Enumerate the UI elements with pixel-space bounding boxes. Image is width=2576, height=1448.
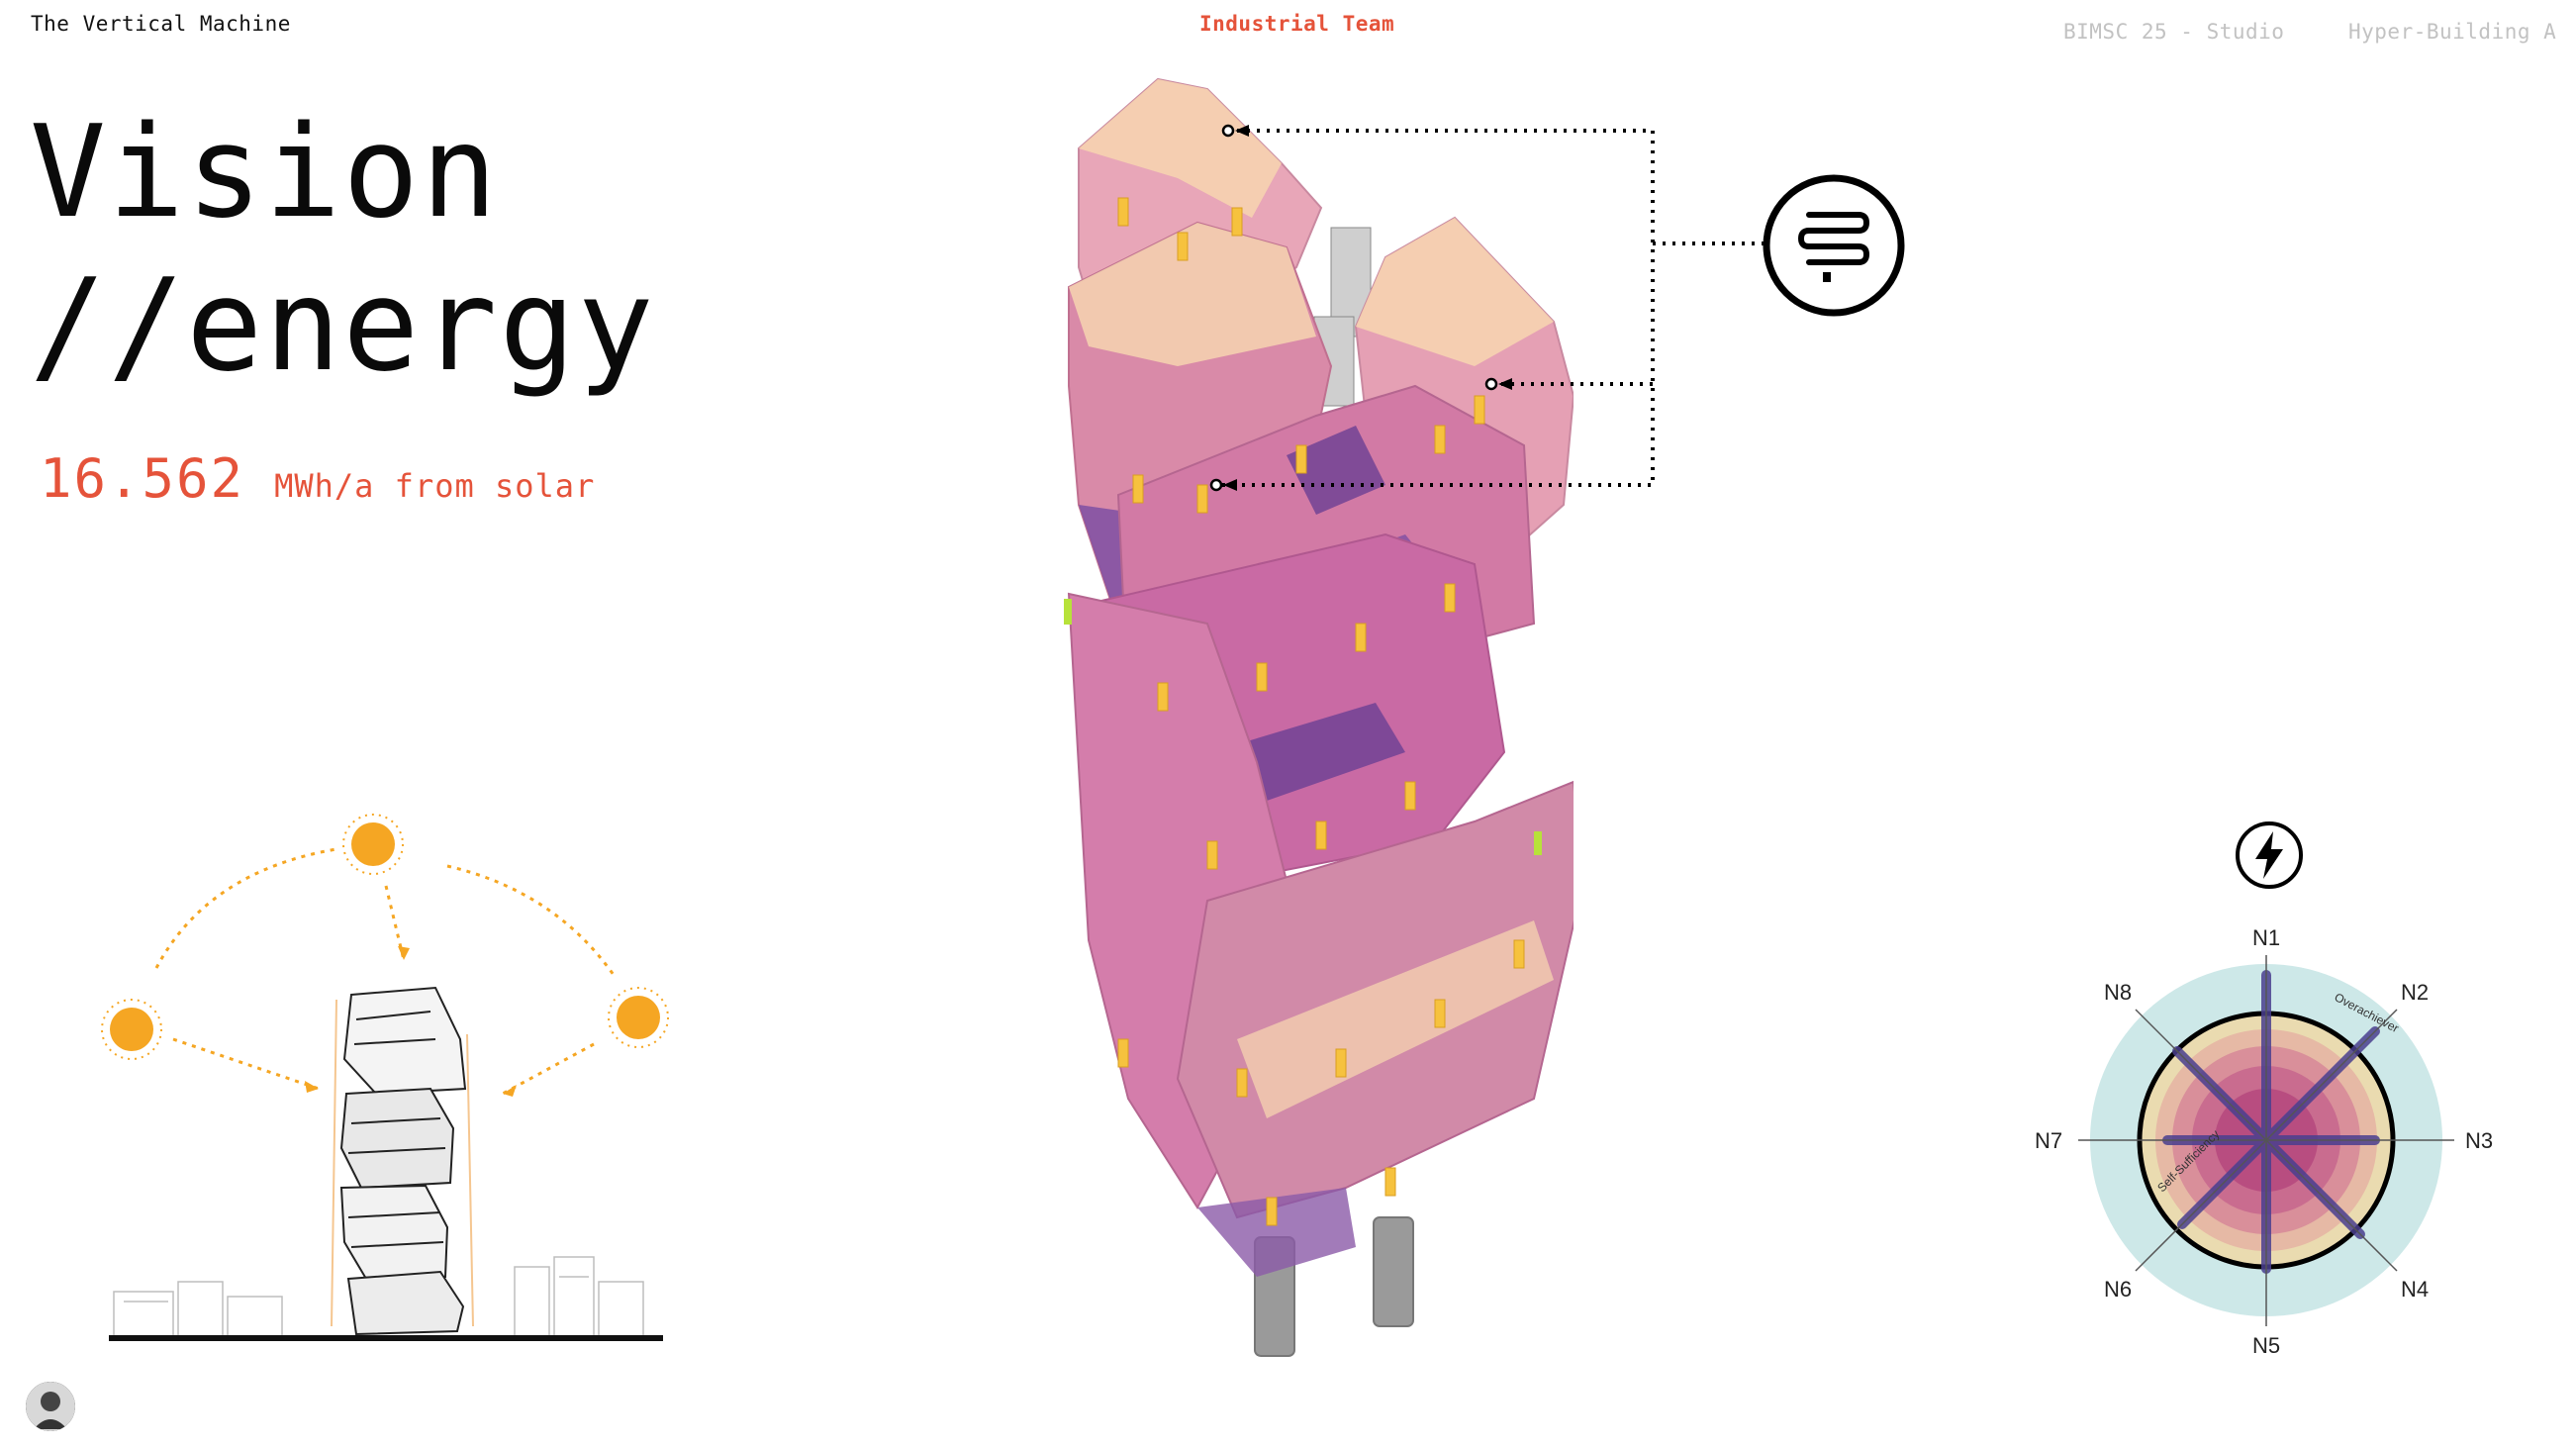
solar-path-diagram [101,814,669,1341]
sun-icon-right [608,987,669,1048]
radar-label-n7: N7 [2035,1128,2062,1153]
sun-arc-right [446,864,616,976]
radar-label-n3: N3 [2465,1128,2493,1153]
radar-label-n1: N1 [2252,925,2280,950]
radar-label-n5: N5 [2252,1333,2280,1358]
tower-sketch [339,986,467,1336]
metric-unit: MWh/a from solar [274,467,596,505]
sun-icon-top [342,814,404,875]
course-label: BIMSC 25 - Studio [2063,20,2285,44]
building-label: Hyper-Building A [2348,20,2557,44]
radar-label-n2: N2 [2401,980,2429,1005]
radar-label-n8: N8 [2104,980,2132,1005]
heating-coil-icon [1763,174,1905,317]
solar-metric: 16.562 MWh/a from solar [40,447,595,510]
radar-label-n6: N6 [2104,1277,2132,1302]
metric-value: 16.562 [40,447,245,510]
sun-ray-right [502,1042,595,1096]
sun-ray-left [172,1037,320,1091]
radar-label-n4: N4 [2401,1277,2429,1302]
team-label: Industrial Team [1199,12,1395,36]
sun-icon-left [101,999,162,1060]
avatar[interactable] [26,1382,75,1431]
radar-diagram: N1 N2 N3 N4 N5 N6 N7 N8 Overachiever Sel… [2035,925,2493,1358]
lightning-icon [2236,821,2303,889]
page-subtitle: //energy [30,252,656,400]
user-icon [26,1382,75,1431]
sun-arc-left [154,847,337,969]
page-title: Vision [30,99,500,246]
document-title: The Vertical Machine [31,12,291,36]
